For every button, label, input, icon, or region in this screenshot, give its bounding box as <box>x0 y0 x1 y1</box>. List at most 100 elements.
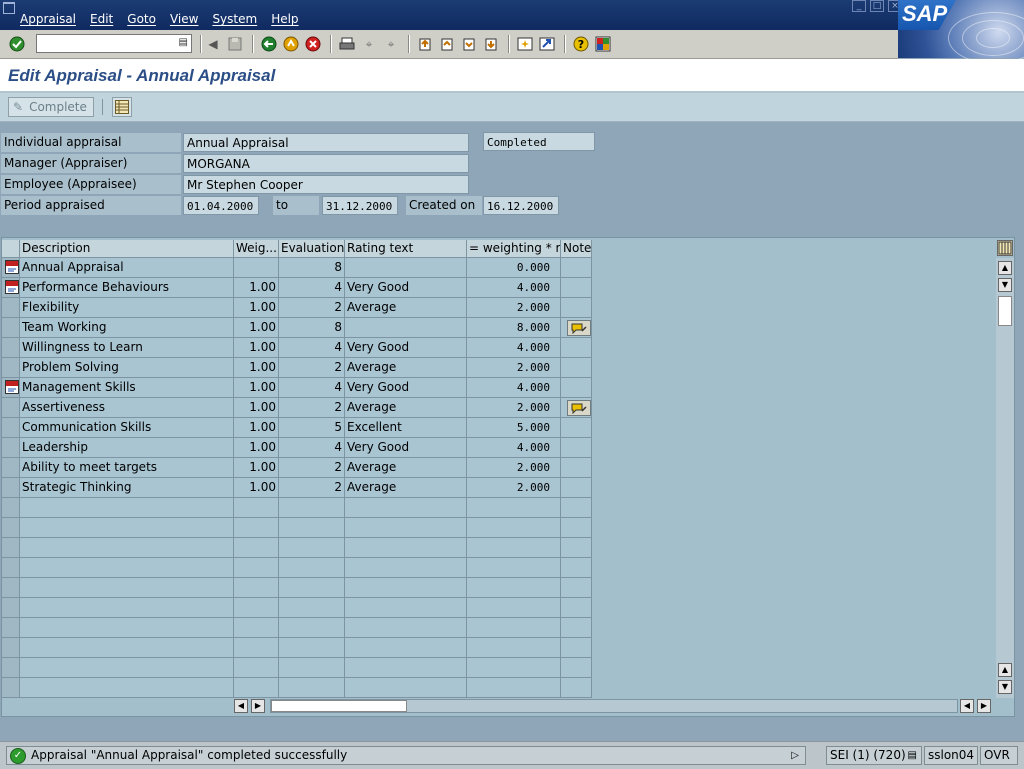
cell-note[interactable] <box>561 358 592 378</box>
table-row[interactable] <box>2 618 592 638</box>
table-row[interactable] <box>2 498 592 518</box>
insert-mode[interactable]: OVR <box>980 746 1018 765</box>
row-selector[interactable] <box>2 358 20 378</box>
scroll-left-icon[interactable]: ◀ <box>234 699 248 713</box>
create-session-icon[interactable] <box>516 35 534 53</box>
row-selector[interactable] <box>2 318 20 338</box>
cell-note[interactable] <box>561 678 592 698</box>
row-selector[interactable] <box>2 418 20 438</box>
row-selector[interactable] <box>2 538 20 558</box>
cell-note[interactable] <box>561 518 592 538</box>
session-info[interactable]: SEI (1) (720) ▤ <box>826 746 922 765</box>
row-selector[interactable] <box>2 458 20 478</box>
vertical-scrollbar[interactable]: ▲ ▼ ▲ ▼ <box>996 258 1014 698</box>
command-field[interactable]: ▤ <box>36 34 192 53</box>
row-selector[interactable] <box>2 658 20 678</box>
row-selector[interactable] <box>2 518 20 538</box>
table-row[interactable] <box>2 658 592 678</box>
cell-note[interactable] <box>561 578 592 598</box>
save-icon[interactable] <box>226 35 244 53</box>
session-list-icon[interactable]: ▤ <box>908 747 917 764</box>
row-selector[interactable] <box>2 678 20 698</box>
select-all-column[interactable] <box>2 240 20 258</box>
column-description[interactable]: Description <box>20 240 234 258</box>
cell-note[interactable] <box>561 258 592 278</box>
table-row[interactable] <box>2 518 592 538</box>
table-row[interactable]: Willingness to Learn 1.00 4 Very Good 4.000 <box>2 338 592 358</box>
collapse-icon[interactable]: ◀ <box>204 35 222 53</box>
table-settings-icon[interactable] <box>997 240 1013 256</box>
menu-help[interactable]: Help <box>271 12 298 26</box>
row-selector[interactable] <box>2 558 20 578</box>
menu-view[interactable]: View <box>170 12 198 26</box>
note-icon[interactable] <box>567 400 591 416</box>
table-row[interactable]: Performance Behaviours 1.00 4 Very Good 4.00… <box>2 278 592 298</box>
table-row[interactable]: Strategic Thinking 1.00 2 Average 2.000 <box>2 478 592 498</box>
column-weighting[interactable]: Weig... <box>234 240 279 258</box>
cell-note[interactable] <box>561 278 592 298</box>
cell-note[interactable] <box>561 658 592 678</box>
menu-goto[interactable]: Goto <box>127 12 156 26</box>
row-selector[interactable] <box>2 378 20 398</box>
scroll-right-icon[interactable]: ▶ <box>251 699 265 713</box>
history-dropdown-icon[interactable]: ▤ <box>179 37 188 48</box>
table-row[interactable]: Ability to meet targets 1.00 2 Average 2.000 <box>2 458 592 478</box>
table-row[interactable]: Annual Appraisal 8 0.000 <box>2 258 592 278</box>
criteria-group-icon[interactable] <box>5 280 19 294</box>
cell-note[interactable] <box>561 418 592 438</box>
maximize-icon[interactable]: □ <box>870 0 884 12</box>
cell-note[interactable] <box>561 438 592 458</box>
cell-note[interactable] <box>561 538 592 558</box>
horizontal-scroll-thumb[interactable] <box>271 700 407 712</box>
table-row[interactable]: Problem Solving 1.00 2 Average 2.000 <box>2 358 592 378</box>
layout-icon[interactable] <box>594 35 612 53</box>
table-row[interactable]: Communication Skills 1.00 5 Excellent 5.000 <box>2 418 592 438</box>
row-selector[interactable] <box>2 338 20 358</box>
note-icon[interactable] <box>567 320 591 336</box>
next-page-icon[interactable] <box>460 35 478 53</box>
document-layout-button[interactable] <box>112 97 132 117</box>
scroll-far-left-icon[interactable]: ◀ <box>960 699 974 713</box>
back-icon[interactable] <box>260 35 278 53</box>
table-row[interactable] <box>2 638 592 658</box>
menu-system[interactable]: System <box>212 12 257 26</box>
cell-note[interactable] <box>561 478 592 498</box>
column-note[interactable]: Note <box>561 240 592 258</box>
cancel-icon[interactable] <box>304 35 322 53</box>
cell-note[interactable] <box>561 378 592 398</box>
criteria-group-icon[interactable] <box>5 260 19 274</box>
find-icon[interactable]: ⌖ <box>360 35 378 53</box>
cell-note[interactable] <box>561 598 592 618</box>
first-page-icon[interactable] <box>416 35 434 53</box>
exit-icon[interactable] <box>282 35 300 53</box>
scroll-page-up-icon[interactable]: ▲ <box>998 663 1012 677</box>
status-expand-icon[interactable]: ▷ <box>791 747 799 764</box>
table-row[interactable]: Team Working 1.00 8 8.000 <box>2 318 592 338</box>
horizontal-scrollbar[interactable]: ◀ ▶ ◀ ▶ <box>234 698 994 714</box>
shortcut-icon[interactable] <box>538 35 556 53</box>
row-selector[interactable] <box>2 438 20 458</box>
help-icon[interactable]: ? <box>572 35 590 53</box>
vertical-scroll-thumb[interactable] <box>998 296 1012 326</box>
cell-note[interactable] <box>561 618 592 638</box>
row-selector[interactable] <box>2 598 20 618</box>
table-row[interactable] <box>2 558 592 578</box>
criteria-group-icon[interactable] <box>5 380 19 394</box>
row-selector[interactable] <box>2 638 20 658</box>
column-evaluation[interactable]: Evaluation <box>279 240 345 258</box>
table-row[interactable] <box>2 598 592 618</box>
scroll-up-icon[interactable]: ▲ <box>998 261 1012 275</box>
menu-appraisal[interactable]: Appraisal <box>20 12 76 26</box>
scroll-page-down-icon[interactable]: ▼ <box>998 680 1012 694</box>
cell-note[interactable] <box>561 638 592 658</box>
row-selector[interactable] <box>2 618 20 638</box>
row-selector[interactable] <box>2 278 20 298</box>
row-selector[interactable] <box>2 298 20 318</box>
enter-icon[interactable] <box>8 35 26 53</box>
row-selector[interactable] <box>2 578 20 598</box>
cell-note[interactable] <box>561 498 592 518</box>
cell-note[interactable] <box>561 458 592 478</box>
column-weighted-result[interactable]: = weighting * r... <box>467 240 561 258</box>
status-message[interactable]: ✓ Appraisal "Annual Appraisal" completed… <box>6 746 806 765</box>
table-row[interactable]: Assertiveness 1.00 2 Average 2.000 <box>2 398 592 418</box>
